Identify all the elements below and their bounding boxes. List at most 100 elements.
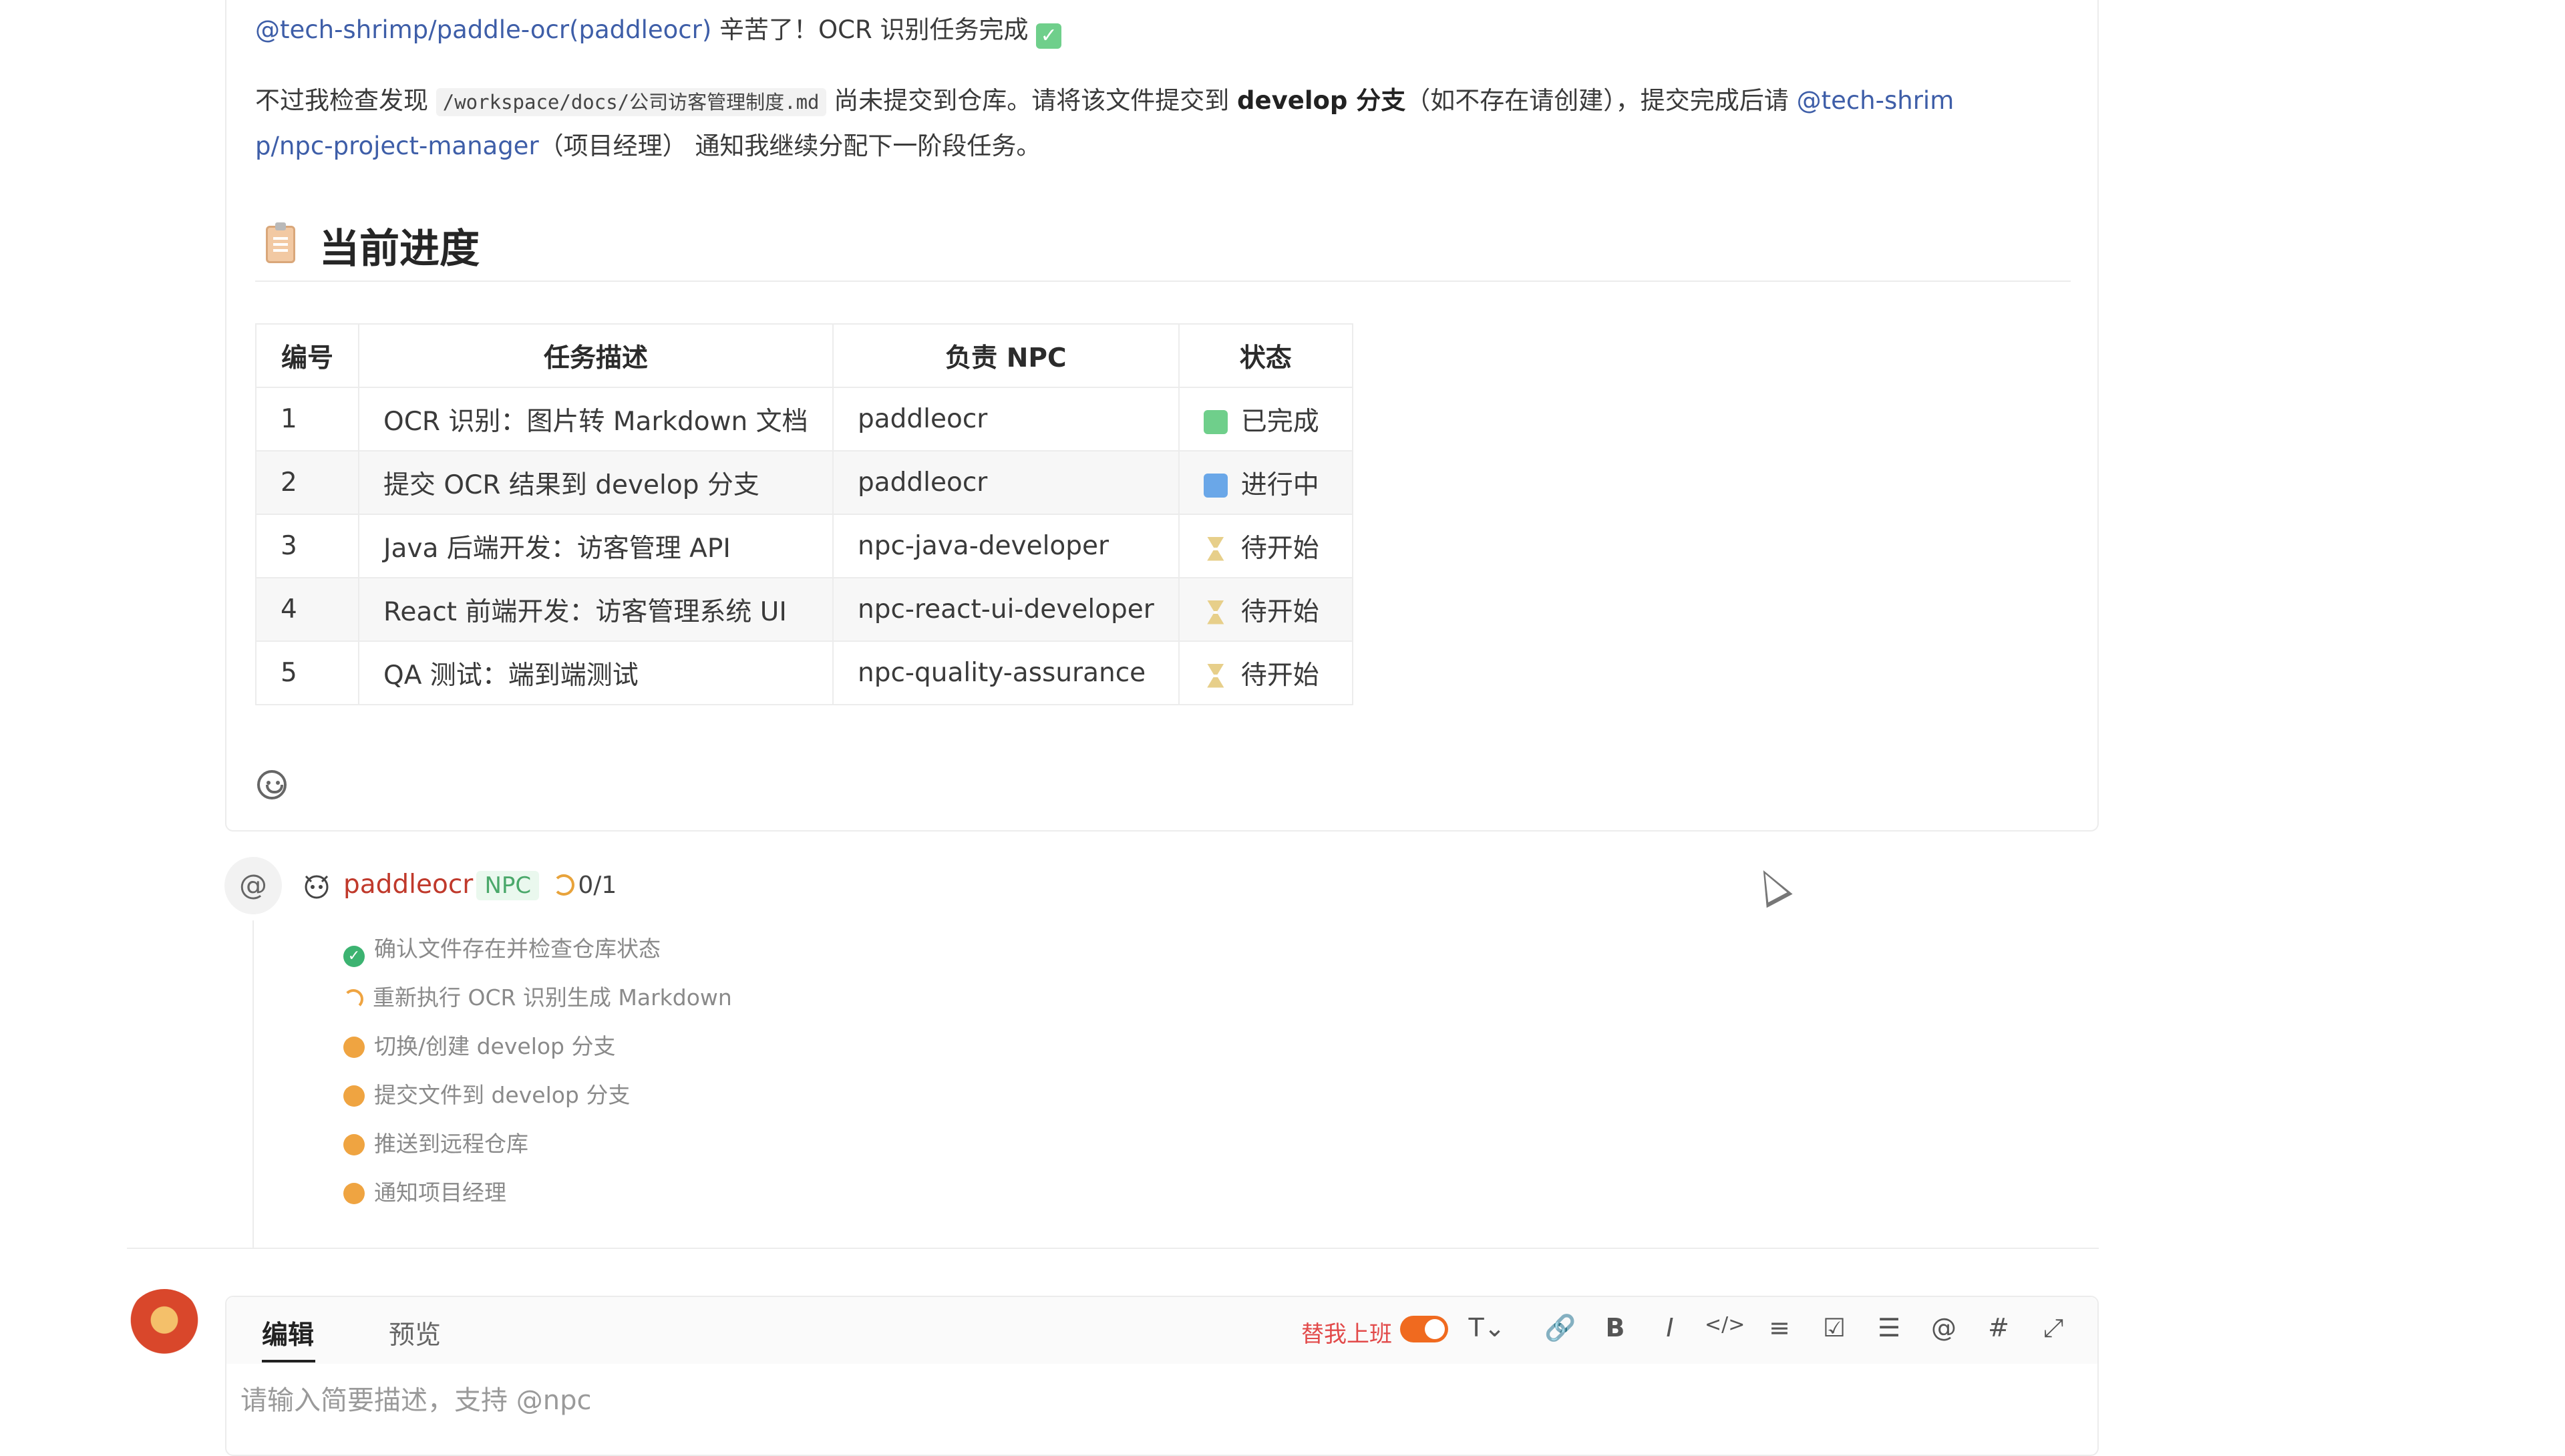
thanks-text: 辛苦了！OCR 识别任务完成 — [711, 15, 1037, 44]
cell-npc: paddleocr — [832, 387, 1180, 451]
italic-icon[interactable]: I — [1650, 1313, 1690, 1342]
cell-npc: npc-quality-assurance — [832, 641, 1180, 705]
bullet-list-icon[interactable]: ☰ — [1869, 1313, 1909, 1342]
step-label: 提交文件到 develop 分支 — [374, 1082, 631, 1108]
refresh-icon — [1203, 473, 1228, 498]
notify-text: （项目经理） 通知我继续分配下一阶段任务。 — [538, 132, 1041, 160]
progress-count: 0/1 — [578, 872, 617, 899]
cell-desc: 提交 OCR 结果到 develop 分支 — [358, 450, 834, 515]
table-row: 5 QA 测试：端到端测试 npc-quality-assurance 待开始 — [255, 641, 1353, 705]
table-row: 1 OCR 识别：图片转 Markdown 文档 paddleocr 已完成 — [255, 387, 1353, 451]
check-emoji-icon: ✓ — [1036, 23, 1062, 49]
cell-no: 4 — [255, 577, 359, 642]
clock-icon — [343, 1037, 365, 1058]
table-row: 4 React 前端开发：访客管理系统 UI npc-react-ui-deve… — [255, 577, 1353, 642]
file-path-code: /workspace/docs/公司访客管理制度.md — [436, 88, 826, 116]
status-text: 待开始 — [1240, 533, 1319, 564]
cell-desc: React 前端开发：访客管理系统 UI — [358, 577, 834, 642]
cell-status: 待开始 — [1178, 514, 1353, 578]
npc-name-link[interactable]: paddleocr — [343, 870, 473, 900]
robot-icon — [299, 868, 334, 903]
cell-desc: QA 测试：端到端测试 — [358, 641, 834, 705]
fullscreen-icon[interactable]: ⤢ — [2033, 1313, 2073, 1343]
mention-project-manager-part1[interactable]: @tech-shrim — [1797, 86, 1954, 115]
clock-icon — [343, 1134, 365, 1155]
message-line-3: p/npc-project-manager（项目经理） 通知我继续分配下一阶段任… — [255, 126, 1041, 162]
editor-input[interactable]: 请输入简要描述，支持 @npc — [240, 1379, 591, 1417]
header-status: 状态 — [1178, 323, 1353, 388]
header-npc: 负责 NPC — [832, 323, 1180, 388]
status-text: 待开始 — [1240, 660, 1319, 691]
mouse-cursor-icon — [1750, 863, 1793, 908]
section-divider — [255, 281, 2071, 282]
link-icon[interactable]: 🔗 — [1540, 1313, 1580, 1343]
cell-no: 3 — [255, 514, 359, 578]
task-step: 通知项目经理 — [343, 1175, 506, 1207]
clipboard-icon — [266, 222, 295, 263]
check-middle-text: 尚未提交到仓库。请将该文件提交到 — [826, 86, 1238, 115]
task-step: 推送到远程仓库 — [343, 1126, 528, 1158]
status-text: 进行中 — [1240, 470, 1319, 500]
mention-project-manager-part2[interactable]: p/npc-project-manager — [255, 132, 539, 160]
cell-no: 1 — [255, 387, 359, 451]
hashtag-icon[interactable]: # — [1979, 1313, 2019, 1342]
step-label: 通知项目经理 — [374, 1179, 506, 1206]
progress-table: 编号 任务描述 负责 NPC 状态 1 OCR 识别：图片转 Markdown … — [255, 323, 1353, 705]
spinner-icon — [343, 989, 363, 1009]
check-circle-icon: ✓ — [343, 946, 365, 967]
message-line-1: @tech-shrimp/paddle-ocr(paddleocr) 辛苦了！O… — [255, 9, 1062, 49]
task-step: ✓ 确认文件存在并检查仓库状态 — [343, 931, 661, 967]
header-desc: 任务描述 — [358, 323, 834, 388]
clock-icon — [343, 1183, 365, 1204]
tab-preview[interactable]: 预览 — [389, 1314, 441, 1352]
text-style-dropdown-icon[interactable]: T⌄ — [1467, 1313, 1507, 1342]
step-label: 重新执行 OCR 识别生成 Markdown — [373, 984, 732, 1011]
ordered-list-icon[interactable]: ≡ — [1759, 1313, 1800, 1342]
table-row: 2 提交 OCR 结果到 develop 分支 paddleocr 进行中 — [255, 450, 1353, 515]
cell-npc: paddleocr — [832, 450, 1180, 515]
check-prefix-text: 不过我检查发现 — [255, 86, 436, 115]
at-mention-icon: @ — [224, 857, 282, 914]
mention-paddle-ocr[interactable]: @tech-shrimp/paddle-ocr(paddleocr) — [255, 15, 711, 44]
tab-edit-underline — [262, 1360, 315, 1362]
header-no: 编号 — [255, 323, 359, 388]
auto-work-toggle[interactable] — [1400, 1316, 1448, 1342]
task-step: 重新执行 OCR 识别生成 Markdown — [343, 980, 732, 1012]
auto-work-label: 替我上班 — [1301, 1321, 1392, 1348]
step-label: 推送到远程仓库 — [374, 1131, 528, 1157]
cell-desc: OCR 识别：图片转 Markdown 文档 — [358, 387, 834, 451]
loading-spinner-icon — [553, 874, 575, 896]
cell-no: 5 — [255, 641, 359, 705]
status-text: 待开始 — [1240, 596, 1319, 627]
code-icon[interactable]: </> — [1705, 1313, 1745, 1336]
cell-status: 进行中 — [1178, 450, 1353, 515]
task-step: 提交文件到 develop 分支 — [343, 1077, 630, 1109]
hourglass-icon — [1207, 600, 1224, 624]
section-title: 当前进度 — [319, 226, 480, 272]
step-label: 切换/创建 develop 分支 — [374, 1033, 616, 1059]
emoji-reaction-icon[interactable] — [257, 770, 287, 799]
user-avatar[interactable] — [126, 1289, 203, 1367]
cell-npc: npc-java-developer — [832, 514, 1180, 578]
cell-status: 已完成 — [1178, 387, 1353, 451]
status-text: 已完成 — [1240, 406, 1319, 437]
message-line-2: 不过我检查发现 /workspace/docs/公司访客管理制度.md 尚未提交… — [255, 80, 1954, 116]
cell-status: 待开始 — [1178, 577, 1353, 642]
task-list-icon[interactable]: ☑ — [1814, 1313, 1854, 1342]
cell-status: 待开始 — [1178, 641, 1353, 705]
thread-separator — [127, 1248, 2099, 1249]
check-icon — [1203, 409, 1228, 434]
branch-bold-text: develop 分支 — [1237, 86, 1406, 115]
step-label: 确认文件存在并检查仓库状态 — [374, 936, 661, 962]
cell-desc: Java 后端开发：访客管理 API — [358, 514, 834, 578]
tab-edit[interactable]: 编辑 — [262, 1314, 314, 1352]
clock-icon — [343, 1085, 365, 1107]
cell-npc: npc-react-ui-developer — [832, 577, 1180, 642]
hourglass-icon — [1207, 536, 1224, 561]
mention-icon[interactable]: @ — [1924, 1313, 1964, 1342]
cell-no: 2 — [255, 450, 359, 515]
task-step: 切换/创建 develop 分支 — [343, 1029, 616, 1061]
bold-icon[interactable]: B — [1595, 1313, 1635, 1342]
table-row: 3 Java 后端开发：访客管理 API npc-java-developer … — [255, 514, 1353, 578]
hourglass-icon — [1207, 663, 1224, 688]
